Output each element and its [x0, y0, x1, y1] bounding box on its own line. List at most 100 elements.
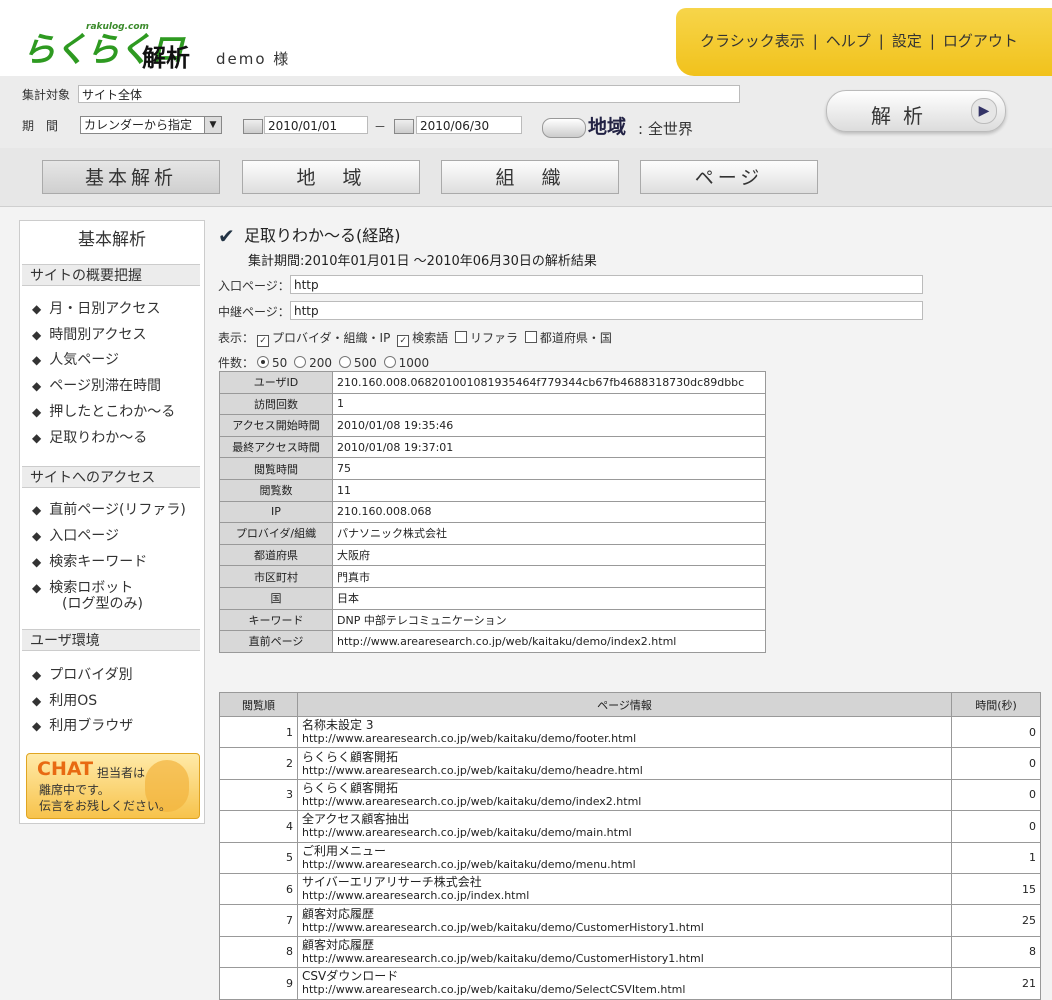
region-value: 全世界: [647, 120, 693, 138]
bullet-icon: ◆: [32, 379, 42, 393]
table-row: 5 ご利用メニュー http://www.arearesearch.co.jp/we…: [219, 841, 1041, 874]
sidebar-item-browser[interactable]: ◆ 利用ブラウザ: [32, 715, 133, 735]
table-row: 市区町村 門真市: [219, 565, 766, 588]
classic-view-link[interactable]: クラシック表示: [700, 32, 805, 50]
checkbox-label: リファラ: [469, 331, 518, 345]
tab-organization[interactable]: 組 織: [441, 160, 619, 194]
target-label: 集計対象: [22, 88, 71, 102]
page-title-cell: らくらく顧客開拓: [302, 749, 399, 764]
page-url-link[interactable]: http://www.arearesearch.co.jp/web/kaitak…: [302, 732, 947, 745]
page-title-text: 足取りわか～る(経路): [244, 226, 401, 245]
relay-page-input[interactable]: http: [290, 301, 923, 320]
period-select[interactable]: カレンダーから指定 ▼: [80, 116, 222, 134]
page-url-link[interactable]: http://www.arearesearch.co.jp/web/kaitak…: [302, 921, 947, 934]
info-value: http://www.arearesearch.co.jp/web/kaitak…: [332, 630, 766, 653]
radio-500[interactable]: [338, 356, 351, 368]
checkbox-label: 都道府県・国: [539, 331, 612, 345]
bullet-icon: ◆: [32, 529, 42, 543]
sidebar-section-access: サイトへのアクセス: [22, 466, 200, 488]
page-order: 1: [219, 715, 298, 749]
sidebar-item-os[interactable]: ◆ 利用OS: [32, 690, 97, 710]
table-row: ユーザID 210.160.008.068201001081935464f7793…: [219, 371, 766, 394]
chevron-down-icon[interactable]: ▼: [204, 117, 221, 133]
page-order: 8: [219, 935, 298, 969]
table-row: 3 らくらく顧客開拓 http://www.arearesearch.co.jp/w…: [219, 778, 1041, 812]
page-url-link[interactable]: http://www.arearesearch.co.jp/web/kaitak…: [302, 764, 947, 777]
radio-label: 500: [353, 356, 377, 370]
bullet-icon: ◆: [32, 668, 42, 682]
settings-link[interactable]: 設定: [892, 32, 922, 50]
sidebar-item-stay-time[interactable]: ◆ ページ別滞在時間: [32, 375, 161, 395]
menu-separator: |: [812, 32, 818, 50]
calendar-icon[interactable]: [394, 119, 414, 134]
sidebar-item-hourly[interactable]: ◆ 時間別アクセス: [32, 324, 147, 344]
page-order: 4: [219, 810, 298, 843]
info-value: 大阪府: [332, 543, 766, 567]
page-url-link[interactable]: http://www.arearesearch.co.jp/web/kaitak…: [302, 952, 947, 965]
entry-page-input[interactable]: http: [290, 275, 923, 294]
checkbox-prefecture[interactable]: [524, 331, 537, 343]
sidebar-item-provider[interactable]: ◆ プロバイダ別: [32, 664, 133, 684]
sidebar-item-path[interactable]: ◆ 足取りわか～る: [32, 427, 147, 447]
checkbox-search-term[interactable]: ✓: [397, 335, 410, 347]
col-page-info: ページ情報: [297, 692, 952, 717]
sidebar-item-monthly-daily[interactable]: ◆ 月・日別アクセス: [32, 298, 161, 318]
sidebar-item-label: 利用OS: [49, 693, 98, 709]
date-separator: －: [374, 120, 387, 134]
page-order: 6: [219, 872, 298, 906]
col-time: 時間(秒): [951, 692, 1041, 717]
radio-1000[interactable]: [383, 356, 396, 368]
page-url-link[interactable]: http://www.arearesearch.co.jp/index.html: [302, 889, 947, 902]
date-to-input[interactable]: 2010/06/30: [416, 116, 522, 134]
sidebar-item-click-map[interactable]: ◆ 押したとこわか～る: [32, 401, 175, 421]
page-url-link[interactable]: http://www.arearesearch.co.jp/web/kaitak…: [302, 826, 947, 839]
sidebar-item-label: 月・日別アクセス: [49, 301, 161, 317]
play-icon: ▶: [971, 98, 997, 124]
page-info: 顧客対応履歴 http://www.arearesearch.co.jp/web/…: [297, 904, 952, 937]
page-url-link[interactable]: http://www.arearesearch.co.jp/web/kaitak…: [302, 795, 947, 808]
analyze-button[interactable]: 解析 ▶: [826, 90, 1006, 132]
page-url-link[interactable]: http://www.arearesearch.co.jp/web/kaitak…: [302, 983, 947, 996]
tab-page[interactable]: ページ: [640, 160, 818, 194]
radio-200[interactable]: [294, 356, 307, 368]
bullet-icon: ◆: [32, 719, 42, 733]
tab-region[interactable]: 地 域: [242, 160, 420, 194]
page-title-cell: 顧客対応履歴: [302, 937, 375, 952]
period-text: 集計期間:2010年01月01日 ～2010年06月30日の解析結果: [248, 254, 597, 269]
menu-separator: |: [929, 32, 935, 50]
region-picker-icon[interactable]: [542, 118, 586, 138]
chat-line2: 離席中です。: [39, 783, 110, 797]
date-from-input[interactable]: 2010/01/01: [264, 116, 368, 134]
table-row: 6 サイバーエリアリサーチ株式会社 http://www.arearesearch.…: [219, 872, 1041, 906]
analyze-label: 解析: [871, 104, 935, 128]
radio-label: 50: [272, 356, 288, 370]
sidebar-item-popular[interactable]: ◆ 人気ページ: [32, 349, 119, 369]
page-order: 2: [219, 747, 298, 780]
page-order: 3: [219, 778, 298, 812]
chat-banner[interactable]: CHAT 担当者は 離席中です。 伝言をお残しください。: [26, 753, 200, 819]
display-options: 表示： ✓ プロバイダ・組織・IP ✓ 検索語 リファラ 都道府県・国: [218, 329, 612, 347]
checkbox-referrer[interactable]: [454, 331, 467, 343]
info-value: パナソニック株式会社: [332, 522, 766, 545]
calendar-icon[interactable]: [243, 119, 263, 134]
help-link[interactable]: ヘルプ: [826, 32, 871, 50]
target-input[interactable]: サイト全体: [78, 85, 740, 103]
info-key: 直前ページ: [219, 630, 333, 653]
sidebar-item-search-keyword[interactable]: ◆ 検索キーワード: [32, 551, 147, 571]
radio-50[interactable]: [257, 356, 270, 368]
logout-link[interactable]: ログアウト: [943, 32, 1018, 50]
menu-separator: |: [878, 32, 884, 50]
sidebar-item-label: 押したとこわか～る: [49, 404, 176, 420]
sidebar-item-label: ページ別滞在時間: [49, 378, 161, 394]
chat-title: CHAT: [37, 758, 94, 780]
app-logo[interactable]: rakulog.com らくらくログ 解析: [18, 14, 198, 119]
page-info: ご利用メニュー http://www.arearesearch.co.jp/web…: [297, 841, 952, 874]
sidebar-item-label: 時間別アクセス: [49, 327, 147, 343]
checkbox-provider[interactable]: ✓: [257, 335, 270, 347]
sidebar-item-label: 人気ページ: [49, 352, 119, 368]
bullet-icon: ◆: [32, 694, 42, 708]
page-url-link[interactable]: http://www.arearesearch.co.jp/web/kaitak…: [302, 858, 947, 871]
sidebar-item-entry-page[interactable]: ◆ 入口ページ: [32, 525, 119, 545]
sidebar-item-referrer[interactable]: ◆ 直前ページ(リファラ): [32, 499, 186, 519]
tab-basic[interactable]: 基本解析: [42, 160, 220, 194]
